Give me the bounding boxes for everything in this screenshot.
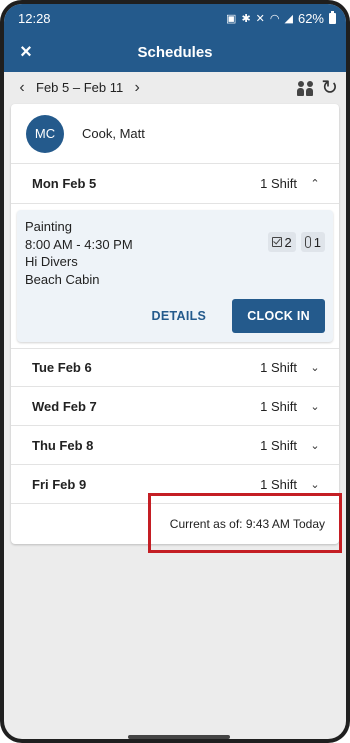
week-actions: ↻ (297, 78, 338, 98)
app-bar: × Schedules (4, 32, 346, 72)
day-label: Wed Feb 7 (32, 398, 97, 414)
week-range: Feb 5 – Feb 11 (36, 80, 124, 95)
chevron-down-icon[interactable]: ⌄ (309, 361, 321, 374)
chevron-down-icon[interactable]: ⌄ (309, 439, 321, 452)
page-title: Schedules (137, 43, 213, 61)
day-row-tue[interactable]: Tue Feb 6 1 Shift ⌄ (11, 348, 339, 387)
shift-info: Painting 8:00 AM - 4:30 PM Hi Divers Bea… (25, 218, 325, 288)
shift-count: 1 Shift (260, 437, 297, 453)
status-time: 12:28 (18, 10, 51, 26)
day-row-wed[interactable]: Wed Feb 7 1 Shift ⌄ (11, 387, 339, 426)
people-icon[interactable] (297, 80, 315, 96)
wifi-icon: ◠ (269, 12, 280, 25)
chevron-right-icon[interactable]: › (129, 79, 145, 97)
photo-icon: ▣ (226, 12, 237, 25)
schedule-card: MC Cook, Matt Mon Feb 5 1 Shift ⌃ Painti… (11, 104, 339, 544)
day-label: Thu Feb 8 (32, 437, 94, 453)
battery-icon (329, 10, 336, 24)
bluetooth-icon: ✱ (241, 12, 251, 25)
last-updated-row: Current as of: 9:43 AM Today (11, 504, 339, 543)
clock-in-button[interactable]: CLOCK IN (232, 299, 325, 333)
day-label: Mon Feb 5 (32, 176, 97, 191)
shift-actions: DETAILS CLOCK IN (140, 299, 325, 333)
user-name: Cook, Matt (82, 126, 145, 141)
close-icon[interactable]: × (14, 40, 38, 64)
avatar: MC (26, 114, 64, 153)
screen: 12:28 ▣ ✱ ✕ ◠ ◢ 62% × Schedules ‹ Feb 5 … (4, 4, 346, 739)
paperclip-icon (304, 236, 311, 248)
shift-card: Painting 8:00 AM - 4:30 PM Hi Divers Bea… (17, 210, 333, 342)
phone-frame: 12:28 ▣ ✱ ✕ ◠ ◢ 62% × Schedules ‹ Feb 5 … (0, 0, 350, 743)
attachments-badge[interactable]: 1 (300, 232, 325, 252)
signal-icon: ◢ (284, 12, 293, 25)
checkbox-icon (271, 237, 282, 247)
last-updated-text: Current as of: 9:43 AM Today (169, 516, 325, 531)
chevron-up-icon[interactable]: ⌃ (309, 177, 321, 190)
week-navigator: ‹ Feb 5 – Feb 11 › ↻ (4, 72, 346, 103)
tasks-badge[interactable]: 2 (267, 232, 296, 252)
tasks-count: 2 (284, 234, 292, 250)
status-bar: 12:28 ▣ ✱ ✕ ◠ ◢ 62% (4, 4, 346, 32)
shift-location: Beach Cabin (25, 271, 100, 287)
chevron-down-icon[interactable]: ⌄ (309, 478, 321, 491)
gesture-bar[interactable] (128, 735, 230, 739)
day-row-thu[interactable]: Thu Feb 8 1 Shift ⌄ (11, 426, 339, 465)
details-button[interactable]: DETAILS (140, 301, 219, 331)
chevron-down-icon[interactable]: ⌄ (309, 400, 321, 413)
status-icons: ▣ ✱ ✕ ◠ ◢ 62% (226, 10, 336, 26)
day-label: Tue Feb 6 (32, 360, 92, 375)
shift-customer: Hi Divers (25, 254, 78, 269)
day-row-mon[interactable]: Mon Feb 5 1 Shift ⌃ (11, 164, 339, 204)
chevron-left-icon[interactable]: ‹ (14, 79, 30, 97)
shift-count: 1 Shift (260, 360, 297, 375)
user-row: MC Cook, Matt (11, 104, 339, 164)
attachments-count: 1 (313, 234, 321, 250)
refresh-icon[interactable]: ↻ (321, 78, 338, 98)
shift-count: 1 Shift (260, 476, 297, 492)
battery-percent: 62% (297, 10, 324, 26)
day-row-fri[interactable]: Fri Feb 9 1 Shift ⌄ (11, 465, 339, 504)
mute-icon: ✕ (255, 12, 265, 25)
shift-count: 1 Shift (260, 176, 297, 191)
shift-badges: 2 1 (267, 232, 325, 252)
day-label: Fri Feb 9 (32, 476, 87, 492)
shift-count: 1 Shift (260, 398, 297, 414)
